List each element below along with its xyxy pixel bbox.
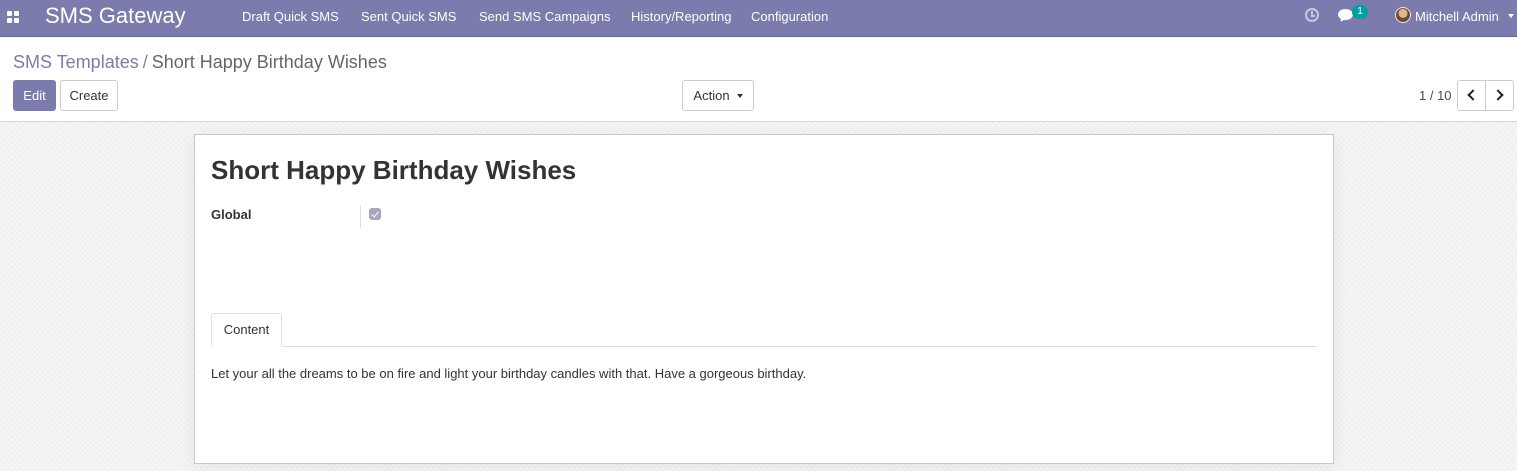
top-navbar: SMS Gateway Draft Quick SMS Sent Quick S… xyxy=(0,0,1517,37)
caret-down-icon xyxy=(736,94,743,98)
app-title[interactable]: SMS Gateway xyxy=(45,3,186,29)
edit-button[interactable]: Edit xyxy=(13,80,56,111)
menu-history-reporting[interactable]: History/Reporting xyxy=(631,9,731,25)
menu-configuration[interactable]: Configuration xyxy=(751,9,828,25)
create-button[interactable]: Create xyxy=(60,80,118,111)
record-title: Short Happy Birthday Wishes xyxy=(211,155,577,185)
caret-down-icon xyxy=(1508,14,1514,18)
breadcrumb-current: Short Happy Birthday Wishes xyxy=(151,52,387,72)
pager-next-button[interactable] xyxy=(1485,80,1514,111)
menu-sent-quick-sms[interactable]: Sent Quick SMS xyxy=(361,9,456,25)
breadcrumb-separator: / xyxy=(142,52,148,72)
menu-send-sms-campaigns[interactable]: Send SMS Campaigns xyxy=(479,9,611,25)
pager-value[interactable]: 1 / 10 xyxy=(1419,88,1452,104)
pager-previous-button[interactable] xyxy=(1457,80,1486,111)
global-checkbox[interactable] xyxy=(369,208,381,220)
chevron-right-icon xyxy=(1492,89,1504,101)
messages-count-badge: 1 xyxy=(1352,5,1368,19)
breadcrumb-parent-link[interactable]: SMS Templates xyxy=(13,52,139,72)
tab-content[interactable]: Content xyxy=(211,313,282,347)
avatar[interactable] xyxy=(1395,7,1411,23)
chat-icon[interactable] xyxy=(1338,9,1353,20)
chevron-left-icon xyxy=(1467,89,1479,101)
action-label: Action xyxy=(693,88,730,103)
clock-icon[interactable] xyxy=(1305,8,1319,22)
field-divider xyxy=(360,205,361,229)
apps-grid-icon[interactable] xyxy=(7,11,20,24)
action-dropdown-button[interactable]: Action xyxy=(682,80,754,111)
content-text: Let your all the dreams to be on fire an… xyxy=(211,366,807,381)
menu-draft-quick-sms[interactable]: Draft Quick SMS xyxy=(242,9,339,25)
tabs-divider xyxy=(211,346,1317,347)
user-menu[interactable]: Mitchell Admin xyxy=(1415,9,1499,25)
breadcrumb: SMS Templates / Short Happy Birthday Wishe… xyxy=(13,51,387,73)
global-field-label: Global xyxy=(211,207,252,222)
